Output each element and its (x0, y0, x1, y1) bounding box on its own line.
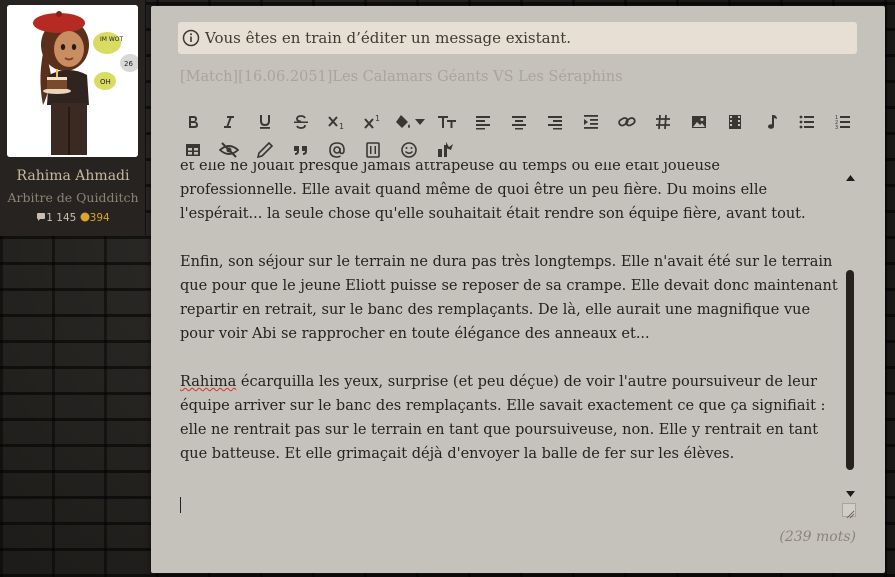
spoiler-icon[interactable] (427, 136, 463, 164)
user-stats: 1 145 394 (0, 212, 146, 225)
coin-count: 394 (89, 212, 110, 224)
coin-icon (80, 212, 90, 225)
edit-notice: Vous êtes en train d’éditer un message e… (178, 22, 857, 54)
bold-icon[interactable] (175, 108, 211, 136)
numbered-list-icon[interactable]: 123 (825, 108, 861, 136)
align-left-icon[interactable] (465, 108, 501, 136)
svg-text:1: 1 (375, 114, 380, 123)
font-size-icon[interactable] (429, 108, 465, 136)
indent-icon[interactable] (573, 108, 609, 136)
avatar[interactable]: IM WOT 26 OH (7, 5, 138, 157)
align-right-icon[interactable] (537, 108, 573, 136)
misspelled-word[interactable]: Rahima (180, 374, 236, 390)
resize-handle-icon[interactable] (842, 503, 856, 519)
quote-icon[interactable] (283, 136, 319, 164)
svg-text:3: 3 (835, 125, 838, 130)
link-icon[interactable] (609, 108, 645, 136)
message-paragraph: et elle ne jouait presque jamais attrape… (180, 162, 806, 222)
video-icon[interactable] (717, 108, 753, 136)
align-center-icon[interactable] (501, 108, 537, 136)
edit-notice-text: Vous êtes en train d’éditer un message e… (205, 29, 572, 47)
avatar-illustration: IM WOT 26 OH (7, 5, 138, 157)
scrollbar-thumb[interactable] (846, 270, 854, 470)
username[interactable]: Rahima Ahmadi (0, 168, 146, 184)
scroll-up-arrow-icon[interactable] (845, 174, 855, 182)
message-textarea[interactable]: et elle ne jouait presque jamais attrape… (179, 162, 839, 516)
hide-icon[interactable] (211, 136, 247, 164)
message-count: 1 145 (46, 212, 77, 224)
bullet-list-icon[interactable] (789, 108, 825, 136)
fill-color-icon[interactable] (391, 108, 415, 136)
word-count: (239 mots) (779, 529, 856, 545)
image-icon[interactable] (681, 108, 717, 136)
message-paragraph: Rahima écarquilla les yeux, surprise (et… (180, 370, 839, 466)
user-profile-panel: IM WOT 26 OH Rahima Ahmadi Arbitre de Qu… (0, 0, 146, 236)
pen-icon[interactable] (247, 136, 283, 164)
subscript-icon[interactable]: 1 (319, 108, 355, 136)
code-icon[interactable] (355, 136, 391, 164)
scroll-down-arrow-icon[interactable] (845, 490, 855, 498)
superscript-icon[interactable]: 1 (355, 108, 391, 136)
info-icon (182, 29, 200, 47)
emoji-icon[interactable] (391, 136, 427, 164)
bubble-text-2: 26 (124, 60, 133, 68)
bubble-text-3: OH (100, 78, 111, 86)
chevron-down-icon[interactable] (415, 108, 429, 136)
message-icon (36, 212, 46, 225)
formatting-toolbar: 1 1 123 (175, 108, 865, 164)
strikethrough-icon[interactable] (283, 108, 319, 136)
subject-field[interactable]: [Match][16.06.2051]Les Calamars Géants V… (180, 69, 840, 85)
underline-icon[interactable] (247, 108, 283, 136)
at-icon[interactable] (319, 136, 355, 164)
italic-icon[interactable] (211, 108, 247, 136)
hashtag-icon[interactable] (645, 108, 681, 136)
message-paragraph: Enfin, son séjour sur le terrain ne dura… (180, 254, 838, 342)
bubble-text-1: IM WOT (100, 36, 124, 43)
text-caret (180, 497, 181, 513)
message-paragraph-text: écarquilla les yeux, surprise (et peu dé… (180, 374, 826, 462)
post-editor: Vous êtes en train d’éditer un message e… (151, 6, 885, 573)
music-icon[interactable] (753, 108, 789, 136)
table-icon[interactable] (175, 136, 211, 164)
svg-text:1: 1 (339, 122, 344, 130)
user-role: Arbitre de Quidditch (7, 190, 139, 205)
